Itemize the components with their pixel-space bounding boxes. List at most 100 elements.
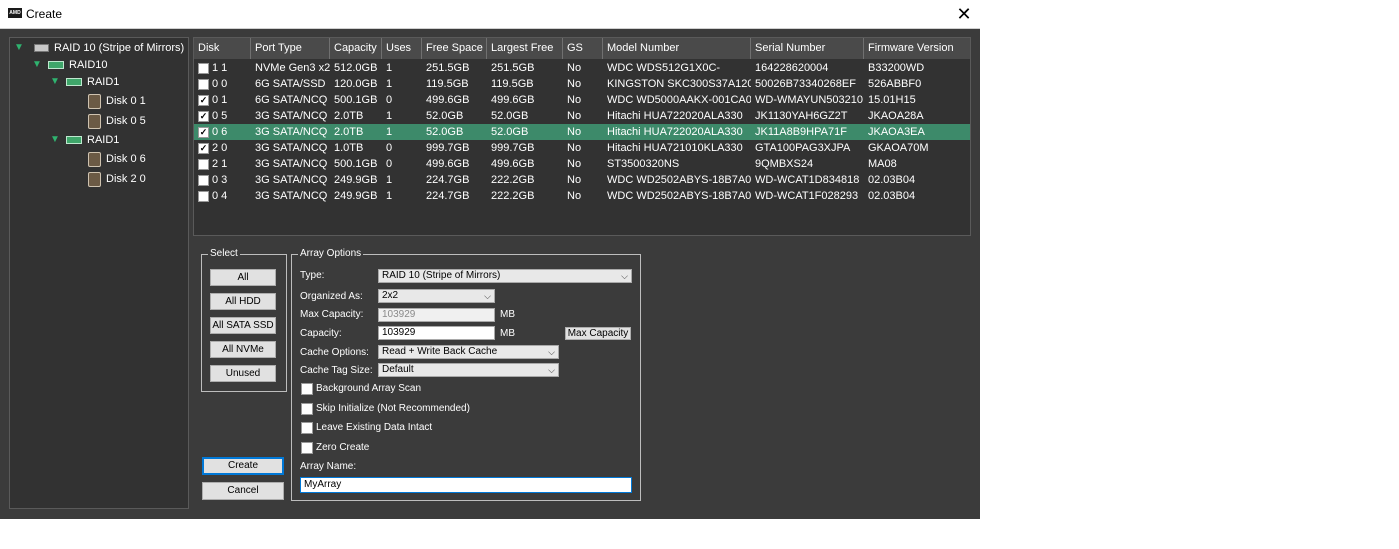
cell-disk: 0 4 xyxy=(212,190,228,202)
column-header-largest-free[interactable]: Largest Free xyxy=(487,38,563,59)
table-row[interactable]: 0 0 6G SATA/SSD 120.0GB 1 119.5GB 119.5GB No KI… xyxy=(194,76,970,92)
tree-node-disk-2-0[interactable]: Disk 2 0 xyxy=(88,171,146,187)
cell-firmware-version: 02.03B04 xyxy=(868,174,916,186)
table-row[interactable]: 0 4 3G SATA/NCQ 249.9GB 1 224.7GB 222.2GB No WD… xyxy=(194,188,970,204)
cell-firmware-version: 526ABBF0 xyxy=(868,78,922,90)
select-all-button[interactable]: All xyxy=(210,269,276,286)
cache-tag-size-label: Cache Tag Size: xyxy=(300,365,373,376)
cell-disk: 0 5 xyxy=(212,110,228,122)
cell-model-number: WDC WD2502ABYS-18B7A0 xyxy=(607,190,751,202)
cell-firmware-version: 15.01H15 xyxy=(868,94,916,106)
type-select[interactable]: RAID 10 (Stripe of Mirrors) ⌵ xyxy=(378,269,632,283)
max-capacity-button[interactable]: Max Capacity xyxy=(565,327,631,340)
chevron-down-icon[interactable]: ▼ xyxy=(50,132,60,148)
skip-initialize-label: Skip Initialize (Not Recommended) xyxy=(316,403,470,414)
create-button[interactable]: Create xyxy=(202,457,284,475)
cell-free-space: 52.0GB xyxy=(426,110,464,122)
select-all-sata-ssd-button[interactable]: All SATA SSD xyxy=(210,317,276,334)
zero-create-checkbox[interactable] xyxy=(301,442,313,454)
type-label: Type: xyxy=(300,270,325,281)
chevron-down-icon[interactable]: ▼ xyxy=(50,74,60,90)
table-row[interactable]: ✓ 2 0 3G SATA/NCQ 1.0TB 0 999.7GB 999.7GB No Hit… xyxy=(194,140,970,156)
array-options-title: Array Options xyxy=(298,248,364,260)
cell-uses: 1 xyxy=(386,110,393,122)
table-row[interactable]: 0 3 3G SATA/NCQ 249.9GB 1 224.7GB 222.2GB No WD… xyxy=(194,172,970,188)
cancel-button[interactable]: Cancel xyxy=(202,482,284,500)
cell-gs: No xyxy=(567,126,582,138)
select-group: Select All All HDD All SATA SSD All NVMe… xyxy=(201,248,287,392)
table-header: Disk Port Type Capacity Uses Free Space … xyxy=(194,38,970,59)
tree-node-label: Disk 0 5 xyxy=(106,115,146,127)
close-button[interactable]: ✕ xyxy=(948,0,980,28)
select-unused-button[interactable]: Unused xyxy=(210,365,276,382)
array-name-field[interactable]: MyArray xyxy=(300,477,632,493)
tree-node-disk-0-6[interactable]: Disk 0 6 xyxy=(88,151,146,167)
tree-node-label: RAID1 xyxy=(87,76,120,88)
cell-capacity: 512.0GB xyxy=(334,62,378,74)
cell-model-number: WDC WD2502ABYS-18B7A0 xyxy=(607,174,751,186)
cell-uses: 1 xyxy=(386,190,393,202)
cache-tag-size-select[interactable]: Default ⌵ xyxy=(378,363,559,377)
cell-free-space: 251.5GB xyxy=(426,62,470,74)
cell-model-number: ST3500320NS xyxy=(607,158,680,170)
cell-largest-free: 52.0GB xyxy=(491,110,529,122)
table-row[interactable]: 2 1 3G SATA/NCQ 500.1GB 0 499.6GB 499.6GB No ST… xyxy=(194,156,970,172)
max-capacity-unit: MB xyxy=(500,309,515,320)
cell-gs: No xyxy=(567,94,582,106)
table-row[interactable]: 1 1 NVMe Gen3 x2 512.0GB 1 251.5GB 251.5GB No W… xyxy=(194,60,970,76)
column-header-free-space[interactable]: Free Space xyxy=(422,38,487,59)
column-header-uses[interactable]: Uses xyxy=(382,38,422,59)
column-header-model-number[interactable]: Model Number xyxy=(603,38,751,59)
cell-free-space: 119.5GB xyxy=(426,78,469,90)
cell-largest-free: 119.5GB xyxy=(491,78,534,90)
column-header-disk[interactable]: Disk xyxy=(194,38,251,59)
chevron-down-icon[interactable]: ▼ xyxy=(14,40,24,56)
cell-firmware-version: JKAOA3EA xyxy=(868,126,925,138)
column-header-serial-number[interactable]: Serial Number xyxy=(751,38,864,59)
organized-as-select[interactable]: 2x2 ⌵ xyxy=(378,289,495,303)
cell-firmware-version: 02.03B04 xyxy=(868,190,916,202)
leave-existing-data-checkbox[interactable] xyxy=(301,422,313,434)
cell-largest-free: 499.6GB xyxy=(491,158,535,170)
array-tree[interactable]: ▼ RAID 10 (Stripe of Mirrors) ▼ RAID10 ▼… xyxy=(9,37,189,509)
tree-node-label: RAID 10 (Stripe of Mirrors) xyxy=(54,42,185,54)
background-array-scan-checkbox[interactable] xyxy=(301,383,313,395)
cell-free-space: 999.7GB xyxy=(426,142,470,154)
tree-node-label: Disk 2 0 xyxy=(106,173,146,185)
select-all-nvme-button[interactable]: All NVMe xyxy=(210,341,276,358)
skip-initialize-checkbox[interactable] xyxy=(301,403,313,415)
select-all-hdd-button[interactable]: All HDD xyxy=(210,293,276,310)
cell-uses: 1 xyxy=(386,78,393,90)
cell-serial-number: GTA100PAG3XJPA xyxy=(755,142,851,154)
tree-node-label: RAID10 xyxy=(69,59,108,71)
column-header-gs[interactable]: GS xyxy=(563,38,603,59)
cell-port-type: 3G SATA/NCQ xyxy=(255,158,328,170)
table-row[interactable]: ✓ 0 1 6G SATA/NCQ 500.1GB 0 499.6GB 499.6GB No W… xyxy=(194,92,970,108)
cell-disk: 0 1 xyxy=(212,94,228,106)
tree-node-disk-0-5[interactable]: Disk 0 5 xyxy=(88,113,146,129)
chevron-down-icon[interactable]: ▼ xyxy=(32,57,42,73)
column-header-firmware-version[interactable]: Firmware Version xyxy=(864,38,970,59)
cell-serial-number: JK11A8B9HPA71F xyxy=(755,126,847,138)
table-row[interactable]: ✓ 0 5 3G SATA/NCQ 2.0TB 1 52.0GB 52.0GB No Hitac… xyxy=(194,108,970,124)
cell-model-number: Hitachi HUA721010KLA330 xyxy=(607,142,743,154)
close-icon: ✕ xyxy=(956,4,972,24)
zero-create-label: Zero Create xyxy=(316,442,370,453)
disk-table[interactable]: Disk Port Type Capacity Uses Free Space … xyxy=(193,37,971,236)
cell-free-space: 224.7GB xyxy=(426,174,470,186)
cell-model-number: Hitachi HUA722020ALA330 xyxy=(607,126,743,138)
capacity-field[interactable]: 103929 xyxy=(378,326,495,340)
cell-capacity: 500.1GB xyxy=(334,158,378,170)
background-array-scan-label: Background Array Scan xyxy=(316,383,422,394)
max-capacity-label: Max Capacity: xyxy=(300,309,364,320)
cell-model-number: WDC WD5000AAKX-001CA0 xyxy=(607,94,751,106)
tree-node-disk-0-1[interactable]: Disk 0 1 xyxy=(88,93,146,109)
cache-options-select[interactable]: Read + Write Back Cache ⌵ xyxy=(378,345,559,359)
cell-capacity: 500.1GB xyxy=(334,94,378,106)
cell-capacity: 2.0TB xyxy=(334,126,364,138)
cell-model-number: KINGSTON SKC300S37A120G xyxy=(607,78,751,90)
disk-icon xyxy=(88,171,101,187)
column-header-capacity[interactable]: Capacity xyxy=(330,38,382,59)
column-header-port-type[interactable]: Port Type xyxy=(251,38,330,59)
table-row[interactable]: ✓ 0 6 3G SATA/NCQ 2.0TB 1 52.0GB 52.0GB No Hitac… xyxy=(194,124,970,140)
